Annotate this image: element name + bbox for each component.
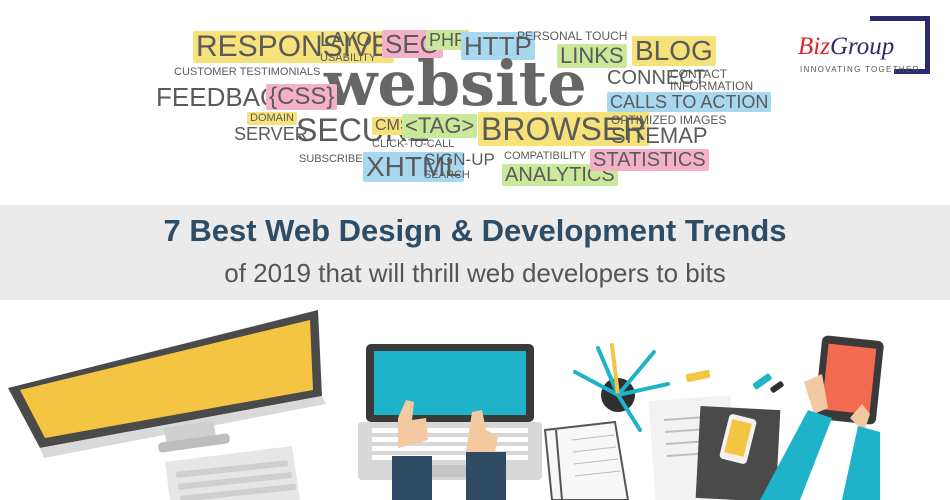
- word-cloud-term: SIGN-UP: [424, 150, 495, 169]
- word-cloud-term: SEARCH: [424, 169, 470, 181]
- word-cloud-term: {CSS}: [266, 84, 338, 110]
- monitor-illustration: [8, 310, 326, 458]
- keyboard-illustration: [165, 446, 300, 500]
- word-cloud-term: SUBSCRIBE: [299, 153, 363, 165]
- word-cloud-term: <TAG>: [402, 114, 478, 138]
- notebook-illustration: [543, 420, 630, 500]
- logo-name-group: Group: [829, 33, 895, 60]
- word-cloud-term: STATISTICS: [590, 149, 709, 171]
- page-subtitle: of 2019 that will thrill web developers …: [224, 258, 726, 288]
- documents-illustration: [648, 395, 781, 500]
- bizgroup-logo: BizGroup INNOVATING TOGETHER: [790, 16, 938, 80]
- logo-tagline: INNOVATING TOGETHER: [800, 65, 920, 74]
- word-cloud-term: INFORMATION: [670, 79, 754, 93]
- word-cloud-term: CLICK-TO-CALL: [372, 138, 455, 150]
- logo-name: BizGroup: [798, 33, 894, 61]
- workspace-illustration: [8, 310, 884, 500]
- word-cloud-term: CALLS TO ACTION: [607, 92, 772, 112]
- laptop-illustration: [358, 344, 542, 500]
- page-title: 7 Best Web Design & Development Trends: [163, 213, 787, 248]
- word-cloud-term: PERSONAL TOUCH: [517, 29, 628, 43]
- logo-name-biz: Biz: [798, 33, 830, 60]
- word-cloud-term: SITEMAP: [611, 123, 708, 148]
- word-cloud-term: website: [324, 47, 587, 120]
- word-cloud-term: CUSTOMER TESTIMONIALS: [174, 66, 321, 78]
- highlighters-illustration: [752, 373, 784, 393]
- word-cloud-term: BLOG: [632, 36, 716, 66]
- word-cloud-term: COMPATIBILITY: [504, 150, 587, 162]
